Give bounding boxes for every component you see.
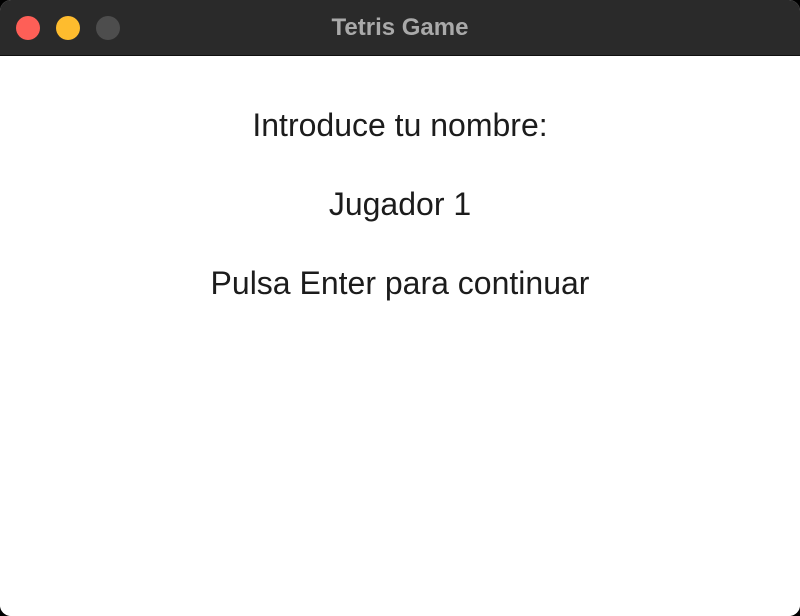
title-bar[interactable]: Tetris Game: [0, 0, 800, 56]
game-canvas[interactable]: Introduce tu nombre: Jugador 1 Pulsa Ent…: [0, 56, 800, 616]
name-prompt: Introduce tu nombre:: [252, 107, 548, 143]
continue-hint: Pulsa Enter para continuar: [210, 265, 590, 301]
app-window: Tetris Game Introduce tu nombre: Jugador…: [0, 0, 800, 616]
player-name-field[interactable]: Jugador 1: [0, 184, 800, 224]
window-title: Tetris Game: [331, 14, 469, 41]
